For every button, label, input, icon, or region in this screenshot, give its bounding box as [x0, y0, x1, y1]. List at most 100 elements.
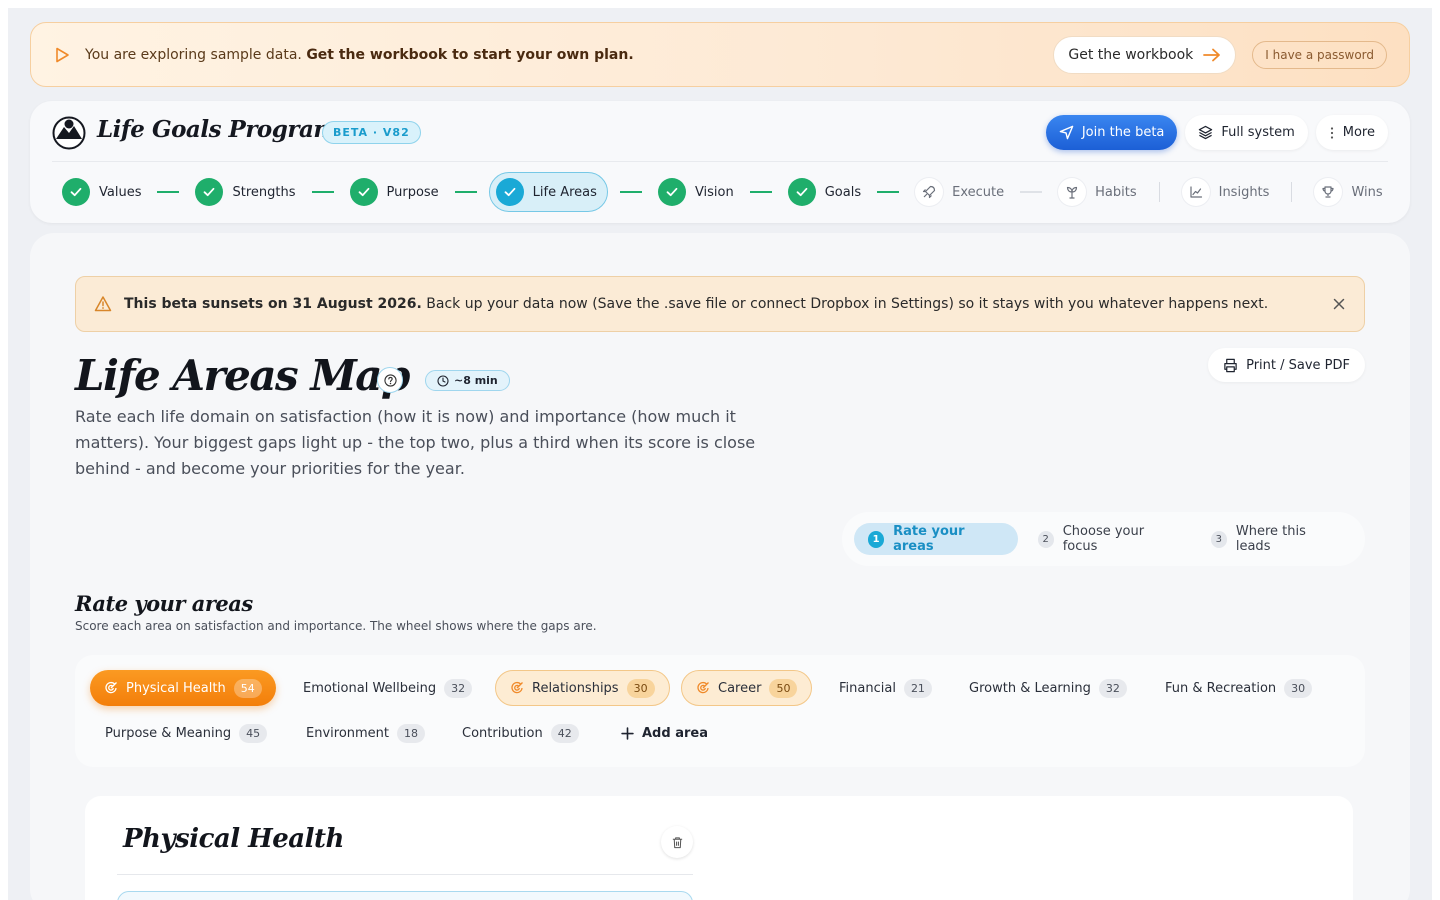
rating-panel — [117, 891, 693, 900]
get-workbook-button[interactable]: Get the workbook — [1053, 35, 1237, 74]
area-score-badge: 32 — [444, 678, 473, 698]
step-vision[interactable]: Vision — [654, 178, 738, 206]
arrow-right-icon — [1203, 48, 1221, 61]
step-values[interactable]: Values — [58, 178, 145, 206]
time-estimate-label: ~8 min — [454, 374, 498, 387]
area-label: Emotional Wellbeing — [303, 680, 437, 696]
tab-label: Choose your focus — [1062, 524, 1145, 554]
banner-lead-text: You are exploring sample data. — [85, 46, 302, 63]
add-area-label: Add area — [642, 725, 708, 741]
close-icon[interactable] — [1332, 297, 1346, 311]
area-score-badge: 18 — [397, 723, 426, 743]
print-save-pdf-button[interactable]: Print / Save PDF — [1208, 348, 1365, 382]
tab-rate-your-areas[interactable]: 1 Rate your areas — [854, 523, 1018, 555]
step-purpose[interactable]: Purpose — [346, 178, 443, 206]
step-label: Execute — [952, 184, 1005, 200]
chart-icon — [1181, 178, 1210, 206]
area-label: Environment — [306, 725, 390, 741]
delete-area-button[interactable] — [661, 826, 693, 858]
step-strengths[interactable]: Strengths — [191, 178, 299, 206]
area-score-badge: 30 — [626, 678, 655, 698]
check-icon — [787, 178, 816, 206]
tab-number: 1 — [868, 530, 885, 548]
join-beta-label: Join the beta — [1081, 125, 1165, 140]
detail-divider — [117, 874, 693, 875]
page-description: Rate each life domain on satisfaction (h… — [75, 407, 756, 478]
target-icon — [105, 681, 117, 694]
password-button[interactable]: I have a password — [1252, 40, 1387, 69]
area-score-badge: 54 — [233, 678, 262, 698]
beta-version-badge: BETA · V82 — [322, 121, 421, 144]
section-title: Rate your areas — [75, 591, 253, 616]
step-execute[interactable]: Execute — [911, 178, 1008, 206]
tab-choose-your-focus[interactable]: 2 Choose your focus — [1024, 523, 1191, 555]
area-chip-physical-health[interactable]: Physical Health 54 — [90, 670, 276, 706]
notice-text: Back up your data now (Save the .save fi… — [426, 296, 1269, 312]
join-beta-button[interactable]: Join the beta — [1045, 115, 1178, 150]
banner-bold-text: Get the workbook to start your own plan. — [306, 46, 634, 63]
area-chip-contribution[interactable]: Contribution 42 — [448, 715, 593, 751]
area-chip-career[interactable]: Career 50 — [681, 670, 813, 706]
step-label: Insights — [1218, 184, 1270, 200]
step-connector — [311, 191, 334, 193]
step-connector — [619, 191, 642, 193]
layers-icon — [1199, 125, 1213, 140]
header-divider — [52, 161, 1388, 162]
check-icon — [195, 178, 224, 206]
step-life-areas[interactable]: Life Areas — [488, 172, 608, 212]
area-label: Fun & Recreation — [1165, 680, 1277, 696]
step-connector — [877, 191, 900, 193]
step-label: Values — [99, 184, 142, 200]
banner-message: You are exploring sample data. Get the w… — [85, 47, 634, 63]
trash-icon — [672, 836, 682, 848]
check-icon — [657, 178, 686, 206]
full-system-button[interactable]: Full system — [1185, 115, 1308, 150]
send-icon — [1059, 125, 1074, 140]
print-label: Print / Save PDF — [1246, 357, 1350, 373]
step-insights[interactable]: Insights — [1178, 178, 1274, 206]
time-estimate-badge: ~8 min — [425, 370, 510, 391]
step-label: Wins — [1351, 184, 1383, 200]
play-icon — [56, 47, 69, 62]
step-label: Vision — [694, 184, 734, 200]
check-icon — [349, 178, 378, 206]
area-score-badge: 21 — [903, 678, 932, 698]
plus-icon — [621, 726, 634, 740]
check-icon — [62, 178, 90, 206]
tab-label: Rate your areas — [893, 524, 965, 554]
area-chip-emotional-wellbeing[interactable]: Emotional Wellbeing 32 — [289, 670, 486, 706]
area-detail-title: Physical Health — [123, 824, 344, 854]
tab-where-this-leads[interactable]: 3 Where this leads — [1197, 523, 1353, 555]
area-detail-card: Physical Health — [85, 796, 1353, 900]
area-chip-fun-recreation[interactable]: Fun & Recreation 30 — [1151, 670, 1326, 706]
logo-icon — [52, 116, 86, 150]
notice-bold-text: This beta sunsets on 31 August 2026. — [124, 296, 422, 312]
area-label: Purpose & Meaning — [105, 725, 232, 741]
tab-number: 2 — [1037, 530, 1054, 548]
area-chip-relationships[interactable]: Relationships 30 — [495, 670, 670, 706]
step-wins[interactable]: Wins — [1310, 178, 1386, 206]
help-icon — [383, 373, 397, 387]
brand-name: Life Goals Program — [97, 116, 338, 143]
step-habits[interactable]: Habits — [1054, 178, 1140, 206]
area-label: Career — [718, 680, 762, 696]
section-subtitle: Score each area on satisfaction and impo… — [75, 619, 597, 633]
step-separator — [1291, 182, 1293, 202]
add-area-button[interactable]: Add area — [607, 715, 722, 751]
step-label: Habits — [1095, 184, 1137, 200]
help-button[interactable] — [377, 367, 403, 393]
check-icon — [495, 178, 524, 206]
step-connector — [157, 191, 180, 193]
notice-message: This beta sunsets on 31 August 2026. Bac… — [124, 296, 1268, 312]
area-chip-environment[interactable]: Environment 18 — [292, 715, 439, 751]
step-goals[interactable]: Goals — [784, 178, 865, 206]
more-button[interactable]: More — [1315, 115, 1388, 150]
step-connector — [749, 191, 772, 193]
area-chip-growth-learning[interactable]: Growth & Learning 32 — [955, 670, 1141, 706]
target-icon — [511, 681, 523, 694]
area-chip-financial[interactable]: Financial 21 — [825, 670, 946, 706]
warning-icon — [94, 296, 112, 312]
flow-tabs: 1 Rate your areas 2 Choose your focus 3 … — [842, 512, 1365, 566]
area-score-badge: 30 — [1284, 678, 1313, 698]
area-chip-purpose-meaning[interactable]: Purpose & Meaning 45 — [91, 715, 281, 751]
